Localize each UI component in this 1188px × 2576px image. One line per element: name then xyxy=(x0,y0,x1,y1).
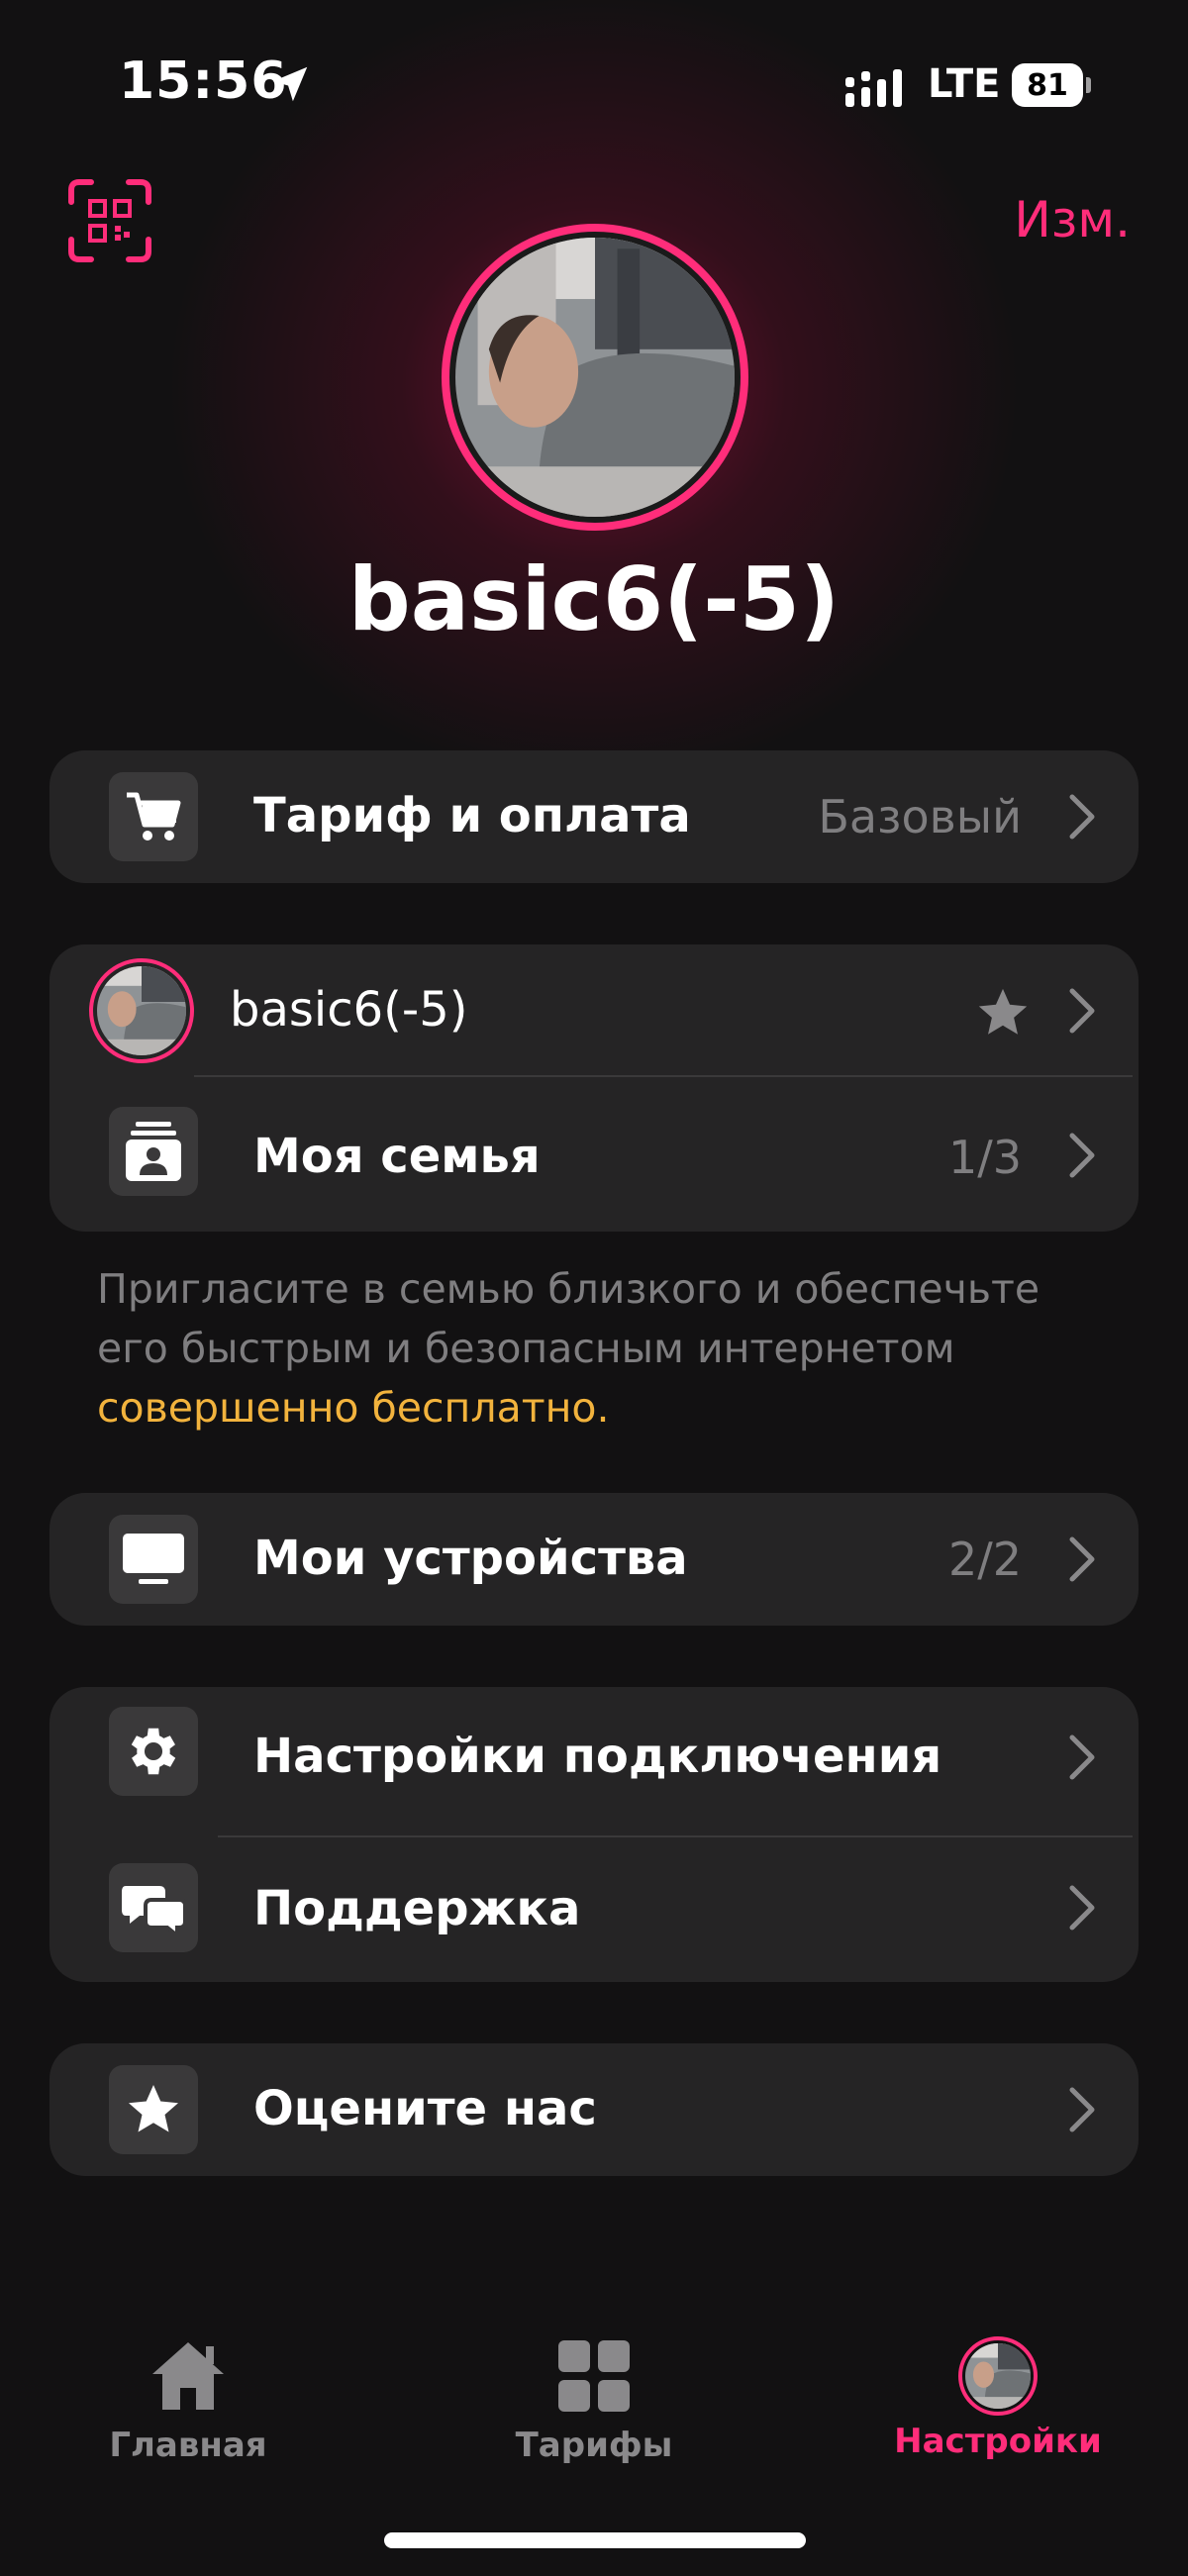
avatar-photo xyxy=(455,238,735,517)
connection-settings-label: Настройки подключения xyxy=(253,1729,942,1784)
status-time: 15:56 xyxy=(119,51,288,111)
chevron-right-icon xyxy=(1069,1734,1095,1780)
member-avatar xyxy=(89,958,194,1063)
signal-icon xyxy=(845,69,902,107)
chevron-right-icon xyxy=(1069,2087,1095,2132)
qr-scan-icon[interactable] xyxy=(67,178,152,263)
devices-count: 2/2 xyxy=(947,1533,1022,1586)
tariff-row[interactable]: Тариф и оплата Базовый xyxy=(50,750,1138,883)
grid-icon xyxy=(558,2340,630,2412)
chevron-right-icon xyxy=(1069,1885,1095,1931)
tab-home-label: Главная xyxy=(109,2426,267,2465)
edit-button[interactable]: Изм. xyxy=(1014,191,1131,248)
network-type: LTE xyxy=(928,61,1001,107)
tab-settings-label: Настройки xyxy=(894,2422,1102,2461)
battery-tip xyxy=(1086,77,1091,93)
my-family-row[interactable]: Моя семья 1/3 xyxy=(50,1077,1138,1232)
support-label: Поддержка xyxy=(253,1881,581,1936)
tab-tariffs[interactable]: Тарифы xyxy=(446,2336,742,2465)
member-name: basic6(-5) xyxy=(230,982,468,1038)
profile-avatar[interactable] xyxy=(442,224,748,531)
tab-settings-avatar xyxy=(958,2336,1038,2416)
devices-card[interactable]: Мои устройства 2/2 xyxy=(50,1493,1138,1626)
chevron-right-icon xyxy=(1069,1536,1095,1582)
devices-row[interactable]: Мои устройства 2/2 xyxy=(50,1493,1138,1626)
tab-settings[interactable]: Настройки xyxy=(849,2336,1146,2461)
rate-label: Оцените нас xyxy=(253,2081,597,2136)
settings-card: Настройки подключения Поддержка xyxy=(50,1687,1138,1982)
gear-icon xyxy=(109,1707,198,1796)
rate-row[interactable]: Оцените нас xyxy=(50,2043,1138,2176)
family-count: 1/3 xyxy=(947,1131,1022,1184)
star-icon xyxy=(978,988,1028,1035)
settings-screen: 15:56 LTE 81 Изм. basic6(-5) Тариф и опл… xyxy=(0,0,1188,2576)
battery-level: 81 xyxy=(1012,63,1083,107)
battery-indicator: 81 xyxy=(1012,63,1091,107)
tariff-label: Тариф и оплата xyxy=(253,788,691,843)
cart-icon xyxy=(109,772,198,861)
chevron-right-icon xyxy=(1069,794,1095,840)
star-icon xyxy=(109,2065,198,2154)
rate-card[interactable]: Оцените нас xyxy=(50,2043,1138,2176)
home-indicator[interactable] xyxy=(384,2532,806,2548)
tariff-card[interactable]: Тариф и оплата Базовый xyxy=(50,750,1138,883)
hint-text: Пригласите в семью близкого и обеспечьте… xyxy=(97,1265,1040,1372)
my-family-label: Моя семья xyxy=(253,1129,541,1184)
tab-tariffs-label: Тарифы xyxy=(515,2426,673,2465)
family-member-row[interactable]: basic6(-5) xyxy=(50,944,1138,1077)
connection-settings-row[interactable]: Настройки подключения xyxy=(50,1687,1138,1835)
chevron-right-icon xyxy=(1069,1133,1095,1178)
family-card: basic6(-5) Моя семья 1/3 xyxy=(50,944,1138,1232)
family-invite-hint: Пригласите в семью близкого и обеспечьте… xyxy=(97,1259,1107,1437)
profile-name: basic6(-5) xyxy=(347,548,841,650)
chat-bubbles-icon xyxy=(109,1863,198,1952)
chevron-right-icon xyxy=(1069,988,1095,1034)
tariff-value: Базовый xyxy=(818,790,1022,843)
devices-label: Мои устройства xyxy=(253,1531,688,1586)
support-row[interactable]: Поддержка xyxy=(50,1837,1138,1982)
hint-free-link[interactable]: совершенно бесплатно. xyxy=(97,1384,610,1432)
location-arrow-icon xyxy=(272,66,308,102)
family-contacts-icon xyxy=(109,1107,198,1196)
home-icon xyxy=(152,2342,224,2410)
monitor-icon xyxy=(109,1515,198,1604)
tab-home[interactable]: Главная xyxy=(40,2336,337,2465)
